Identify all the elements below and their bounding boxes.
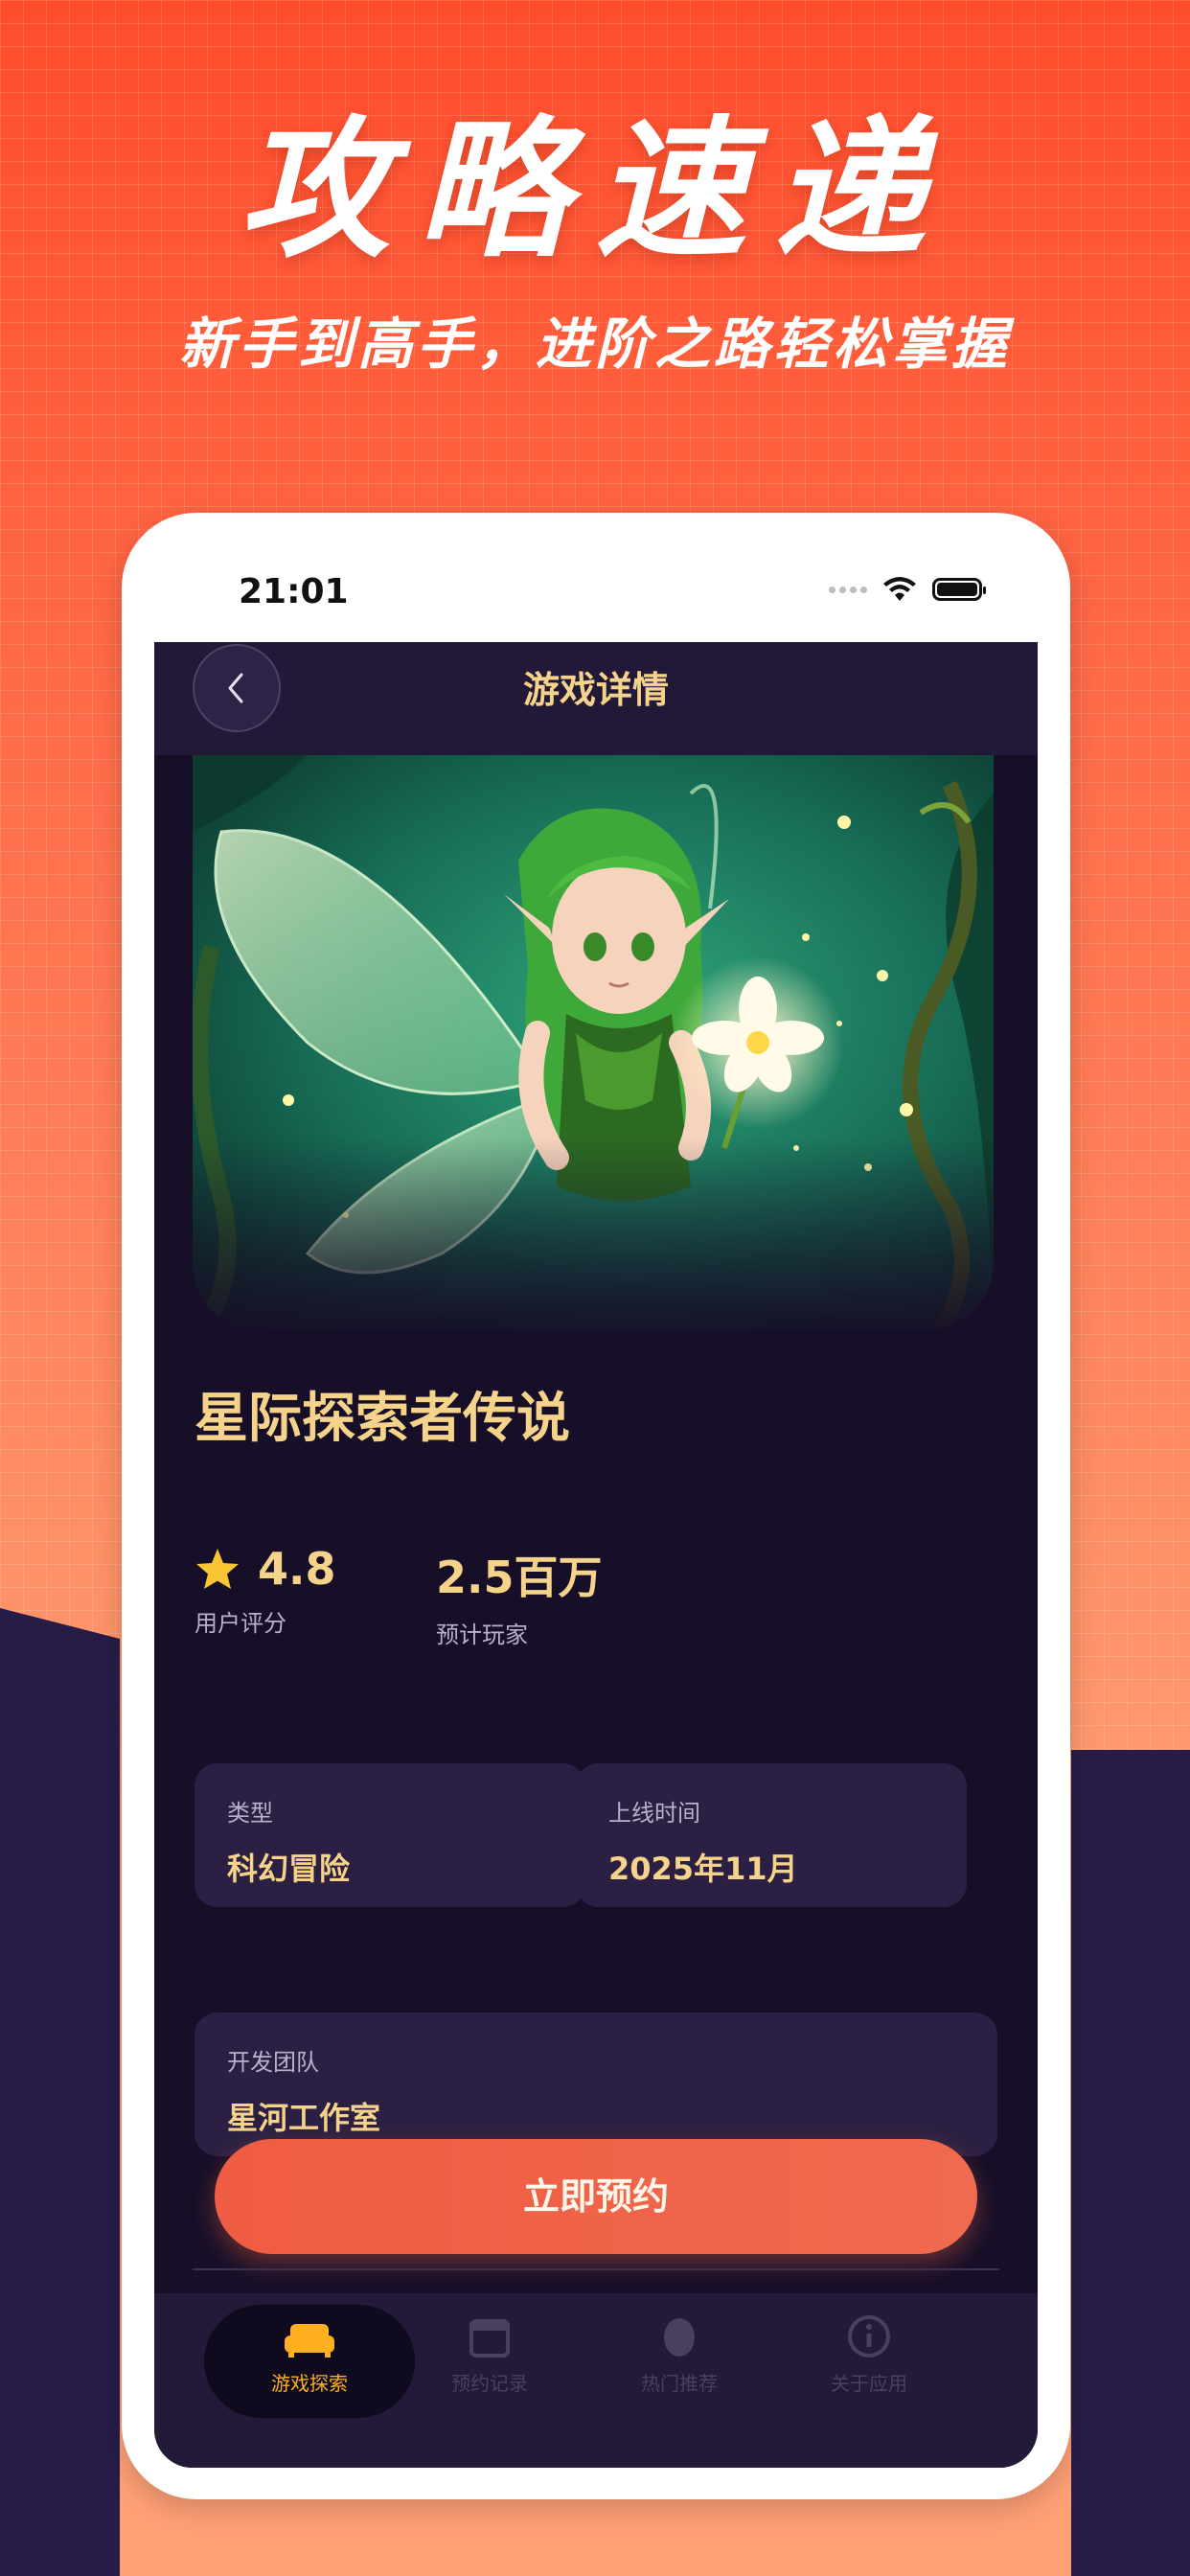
tab-label: 热门推荐 [641,2372,718,2395]
tab-label: 关于应用 [831,2372,907,2395]
developer-card: 开发团队 星河工作室 [195,2012,997,2156]
rating-stat: 4.8 用户评分 [195,1543,336,1638]
genre-label: 类型 [227,1800,273,1827]
back-button[interactable] [193,644,281,732]
game-title: 星际探索者传说 [195,1388,570,1450]
players-label: 预计玩家 [436,1622,528,1648]
calendar-icon [469,2319,510,2358]
info-icon [848,2315,890,2358]
genre-value: 科幻冒险 [227,1851,351,1887]
rating-label: 用户评分 [195,1610,286,1637]
release-card: 上线时间 2025年11月 [576,1763,967,1907]
tab-reservations[interactable]: 预约记录 [384,2305,595,2418]
game-cover-image [193,755,994,1330]
players-value: 2.5百万 [436,1552,603,1603]
top-nav-bar: 游戏详情 [154,642,1038,755]
release-value: 2025年11月 [608,1851,798,1887]
promo-bottom-shape-right [1071,1750,1190,2576]
app-screen: 游戏详情 星际探索者传说 4.8 用户评分 2.5百万 预计玩家 类型 科幻冒险… [154,642,1038,2468]
status-icons [829,576,986,603]
promo-subheadline: 新手到高手，进阶之路轻松掌握 [178,311,1011,377]
signal-icon [829,586,867,593]
bottom-tab-bar: 游戏探索 预约记录 热门推荐 关于应用 [154,2293,1038,2468]
developer-label: 开发团队 [227,2049,319,2076]
divider [193,2268,999,2270]
genre-card: 类型 科幻冒险 [195,1763,585,1907]
tab-game-explore[interactable]: 游戏探索 [204,2305,415,2418]
players-stat: 2.5百万 预计玩家 [436,1543,603,1649]
star-icon [196,1549,239,1589]
status-time: 21:01 [239,572,349,611]
promo-headline: 攻略速递 [239,103,951,279]
tab-label: 游戏探索 [271,2372,348,2395]
developer-value: 星河工作室 [227,2100,381,2136]
sofa-icon [285,2324,334,2358]
battery-icon [932,578,986,601]
reserve-now-button[interactable]: 立即预约 [215,2139,977,2254]
page-title: 游戏详情 [522,669,669,711]
chevron-left-icon [228,673,243,703]
release-label: 上线时间 [608,1800,700,1827]
tab-about[interactable]: 关于应用 [764,2305,974,2418]
tab-label: 预约记录 [451,2372,528,2395]
tab-hot-picks[interactable]: 热门推荐 [574,2305,785,2418]
rating-value: 4.8 [258,1543,336,1595]
egg-icon [664,2318,695,2357]
phone-frame: 21:01 游戏详情 星际探索者传说 4.8 用户评分 2.5百万 预计玩家 类… [122,513,1070,2499]
fairy-illustration [193,755,994,1330]
wifi-icon [883,577,916,601]
